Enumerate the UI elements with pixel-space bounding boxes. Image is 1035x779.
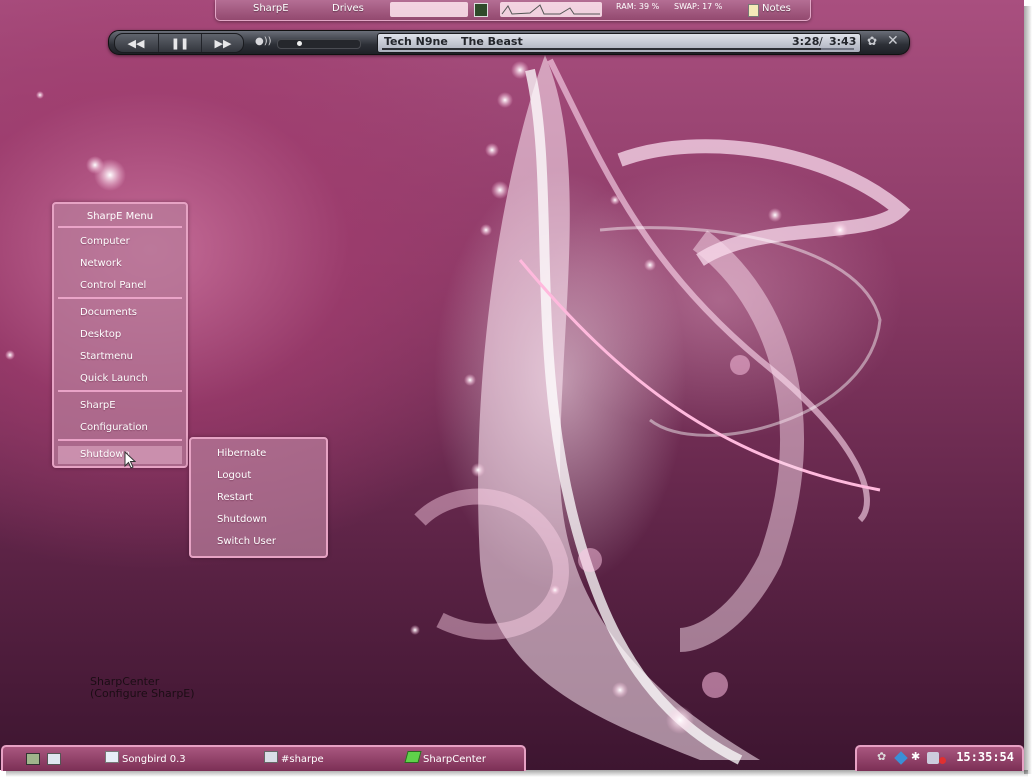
- notes-icon[interactable]: [748, 4, 759, 17]
- media-player-bar: ◀◀ ❚❚ ▶▶ ●)) Tech N9ne The Beast 3:28 / …: [108, 30, 910, 55]
- songbird-icon[interactable]: ✿: [867, 34, 877, 48]
- chat-window-icon: [264, 751, 278, 763]
- volume-slider[interactable]: [277, 39, 361, 49]
- taskbar: Songbird 0.3 #sharpe SharpCenter: [1, 745, 526, 771]
- task-label: Songbird 0.3: [122, 754, 186, 765]
- sharpcenter-tooltip: SharpCenter (Configure SharpE): [90, 676, 195, 700]
- artist-name: Tech N9ne: [384, 35, 448, 48]
- start-menu: SharpE Menu Computer Network Control Pan…: [52, 202, 188, 468]
- ram-usage: RAM: 39 %: [616, 2, 660, 11]
- pause-icon: ❚❚: [170, 36, 190, 50]
- screenshot-shadow-right: [1024, 6, 1032, 774]
- menu-separator: [58, 390, 182, 392]
- menu-item-computer[interactable]: Computer: [58, 233, 182, 251]
- menu-item-startmenu[interactable]: Startmenu: [58, 348, 182, 366]
- volume-icon[interactable]: ●)): [255, 36, 272, 47]
- cpu-graph-icon: [501, 4, 600, 15]
- shutdown-submenu: Hibernate Logout Restart Shutdown Switch…: [189, 437, 328, 558]
- submenu-item-shutdown[interactable]: Shutdown: [195, 511, 322, 529]
- menu-item-network[interactable]: Network: [58, 255, 182, 273]
- volume-slider-knob[interactable]: [296, 41, 302, 46]
- drives-input-box[interactable]: [390, 2, 468, 17]
- task-label: SharpCenter: [423, 754, 486, 765]
- computer-tray-icon[interactable]: [927, 752, 939, 764]
- menu-item-configuration[interactable]: Configuration: [58, 419, 182, 437]
- network-tray-icon[interactable]: [894, 751, 908, 765]
- task-sharpcenter[interactable]: SharpCenter: [404, 751, 486, 767]
- menu-item-control-panel[interactable]: Control Panel: [58, 277, 182, 295]
- now-playing-display: Tech N9ne The Beast 3:28 / 3:43: [377, 33, 861, 53]
- swap-usage: SWAP: 17 %: [674, 2, 723, 11]
- top-bar: SharpE Drives RAM: 39 % SWAP: 17 % Notes: [215, 0, 811, 21]
- drives-button[interactable]: Drives: [332, 3, 364, 14]
- task-songbird[interactable]: Songbird 0.3: [105, 751, 186, 767]
- notes-button[interactable]: Notes: [762, 3, 791, 14]
- show-desktop-icon[interactable]: [26, 753, 40, 765]
- start-menu-title: SharpE Menu: [86, 211, 154, 222]
- rewind-icon: ◀◀: [127, 36, 145, 50]
- terminal-icon[interactable]: [474, 3, 488, 17]
- sharpe-button[interactable]: SharpE: [253, 3, 289, 14]
- cpu-graph-box: [500, 2, 602, 17]
- track-progress-bar[interactable]: [382, 48, 854, 50]
- menu-item-sharpe[interactable]: SharpE: [58, 397, 182, 415]
- submenu-item-logout[interactable]: Logout: [195, 467, 322, 485]
- previous-track-button[interactable]: ◀◀: [115, 34, 157, 52]
- menu-item-quick-launch[interactable]: Quick Launch: [58, 370, 182, 388]
- track-progress-fill: [382, 48, 821, 50]
- submenu-item-switch-user[interactable]: Switch User: [195, 533, 322, 551]
- elapsed-time: 3:28: [792, 35, 820, 48]
- sharpcenter-window-icon: [404, 751, 422, 763]
- screenshot-shadow-bottom: [6, 770, 1028, 777]
- menu-item-desktop[interactable]: Desktop: [58, 326, 182, 344]
- switch-windows-icon[interactable]: [47, 753, 61, 765]
- songbird-window-icon: [105, 751, 119, 763]
- next-track-button[interactable]: ▶▶: [201, 34, 244, 52]
- menu-item-shutdown[interactable]: Shutdown: [58, 446, 182, 464]
- time-separator: /: [819, 35, 823, 48]
- task-sharpe-channel[interactable]: #sharpe: [264, 751, 324, 767]
- submenu-item-restart[interactable]: Restart: [195, 489, 322, 507]
- clock[interactable]: 15:35:54: [956, 750, 1014, 764]
- system-tray: ✿ ✱ 15:35:54: [855, 745, 1024, 771]
- close-icon[interactable]: ✕: [887, 33, 899, 49]
- track-duration: 3:43: [829, 35, 857, 48]
- media-controls: ◀◀ ❚❚ ▶▶: [114, 33, 244, 53]
- mouse-cursor-icon: [124, 451, 136, 469]
- task-label: #sharpe: [281, 754, 324, 765]
- menu-separator: [58, 439, 182, 441]
- songbird-tray-icon[interactable]: ✿: [877, 750, 889, 763]
- alert-tray-icon[interactable]: [939, 757, 946, 764]
- pause-button[interactable]: ❚❚: [158, 34, 201, 52]
- menu-item-documents[interactable]: Documents: [58, 304, 182, 322]
- settings-tray-icon[interactable]: ✱: [911, 750, 923, 763]
- menu-separator: [58, 297, 182, 299]
- menu-separator: [58, 226, 182, 228]
- submenu-item-hibernate[interactable]: Hibernate: [195, 445, 322, 463]
- forward-icon: ▶▶: [214, 36, 232, 50]
- tooltip-subtitle: (Configure SharpE): [90, 687, 195, 700]
- track-title: The Beast: [461, 35, 523, 48]
